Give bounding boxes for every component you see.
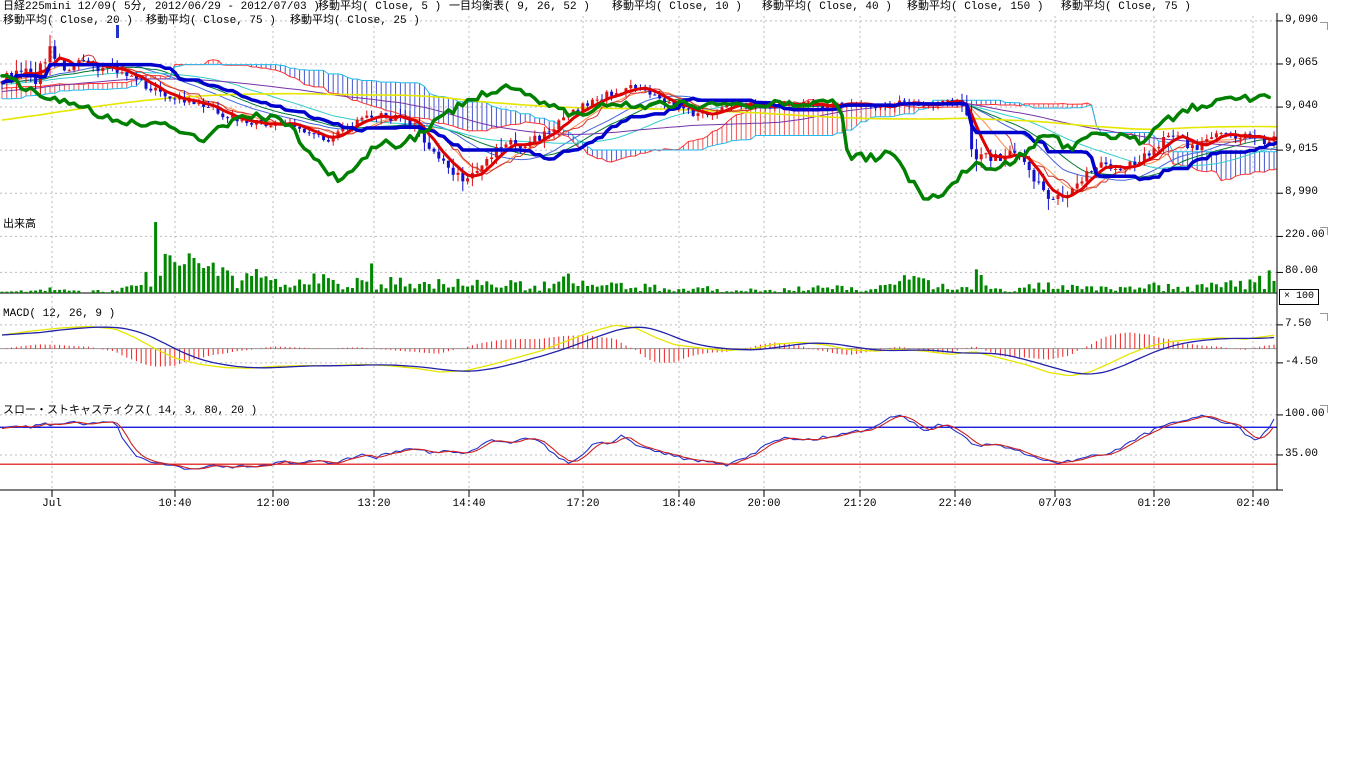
legend-item: 移動平均( Close, 5 ) <box>318 1 441 14</box>
time-axis-label: 17:20 <box>561 498 605 510</box>
axes-group <box>0 13 1283 497</box>
text-cursor <box>116 25 119 38</box>
time-axis-label: 21:20 <box>838 498 882 510</box>
volume-multiplier-badge: × 100 <box>1279 289 1319 305</box>
price-axis-label: 7.50 <box>1285 318 1311 330</box>
panel-corner-mark-icon <box>1320 405 1328 413</box>
panel-corner-mark-icon <box>1320 22 1328 30</box>
price-axis-label: 100.00 <box>1285 408 1325 420</box>
price-axis-label: 9,015 <box>1285 143 1318 155</box>
legend-item: 移動平均( Close, 40 ) <box>762 1 892 14</box>
price-axis-label: 9,065 <box>1285 57 1318 69</box>
stoch-section-label: スロー・ストキャスティクス( 14, 3, 80, 20 ) <box>3 401 257 417</box>
legend-item: 移動平均( Close, 150 ) <box>907 1 1043 14</box>
time-axis-label: 18:40 <box>657 498 701 510</box>
time-axis-label: 10:40 <box>153 498 197 510</box>
stoch-group <box>0 415 1277 469</box>
time-axis-label: Jul <box>30 498 74 510</box>
vol-group <box>0 222 1277 293</box>
macd-group <box>0 325 1277 375</box>
grid-group <box>0 16 1277 489</box>
legend-item: 移動平均( Close, 10 ) <box>612 1 742 14</box>
legend-item: 移動平均( Close, 25 ) <box>290 15 420 28</box>
legend-item: 移動平均( Close, 20 ) <box>3 15 133 28</box>
time-axis-label: 02:40 <box>1231 498 1275 510</box>
panel-corner-mark-icon <box>1320 227 1328 235</box>
time-axis-label: 07/03 <box>1033 498 1077 510</box>
time-axis-label: 20:00 <box>742 498 786 510</box>
legend-item: 移動平均( Close, 75 ) <box>1061 1 1191 14</box>
macd-section-label: MACD( 12, 26, 9 ) <box>3 308 115 320</box>
time-axis-label: 14:40 <box>447 498 491 510</box>
price-axis-label: -4.50 <box>1285 356 1318 368</box>
price-axis-label: 9,090 <box>1285 14 1318 26</box>
volume-section-label: 出来高 <box>3 215 36 231</box>
cloud-group <box>2 60 1279 181</box>
chart-application: 日経225mini 12/09( 5分, 2012/06/29 - 2012/0… <box>0 0 1366 768</box>
time-axis-label: 22:40 <box>933 498 977 510</box>
candles-group <box>1 35 1276 210</box>
price-axis-label: 220.00 <box>1285 229 1325 241</box>
price-axis-label: 8,990 <box>1285 186 1318 198</box>
time-axis-label: 13:20 <box>352 498 396 510</box>
price-axis-label: 80.00 <box>1285 265 1318 277</box>
legend-item: 移動平均( Close, 75 ) <box>146 15 276 28</box>
price-axis-label: 35.00 <box>1285 448 1318 460</box>
time-axis-label: 12:00 <box>251 498 295 510</box>
legend-item: 日経225mini 12/09( 5分, 2012/06/29 - 2012/0… <box>3 1 320 14</box>
legend-item: 一目均衡表( 9, 26, 52 ) <box>449 1 590 14</box>
panel-corner-mark-icon <box>1320 313 1328 321</box>
time-axis-label: 01:20 <box>1132 498 1176 510</box>
price-chart-canvas[interactable] <box>0 0 1366 530</box>
price-axis-label: 9,040 <box>1285 100 1318 112</box>
